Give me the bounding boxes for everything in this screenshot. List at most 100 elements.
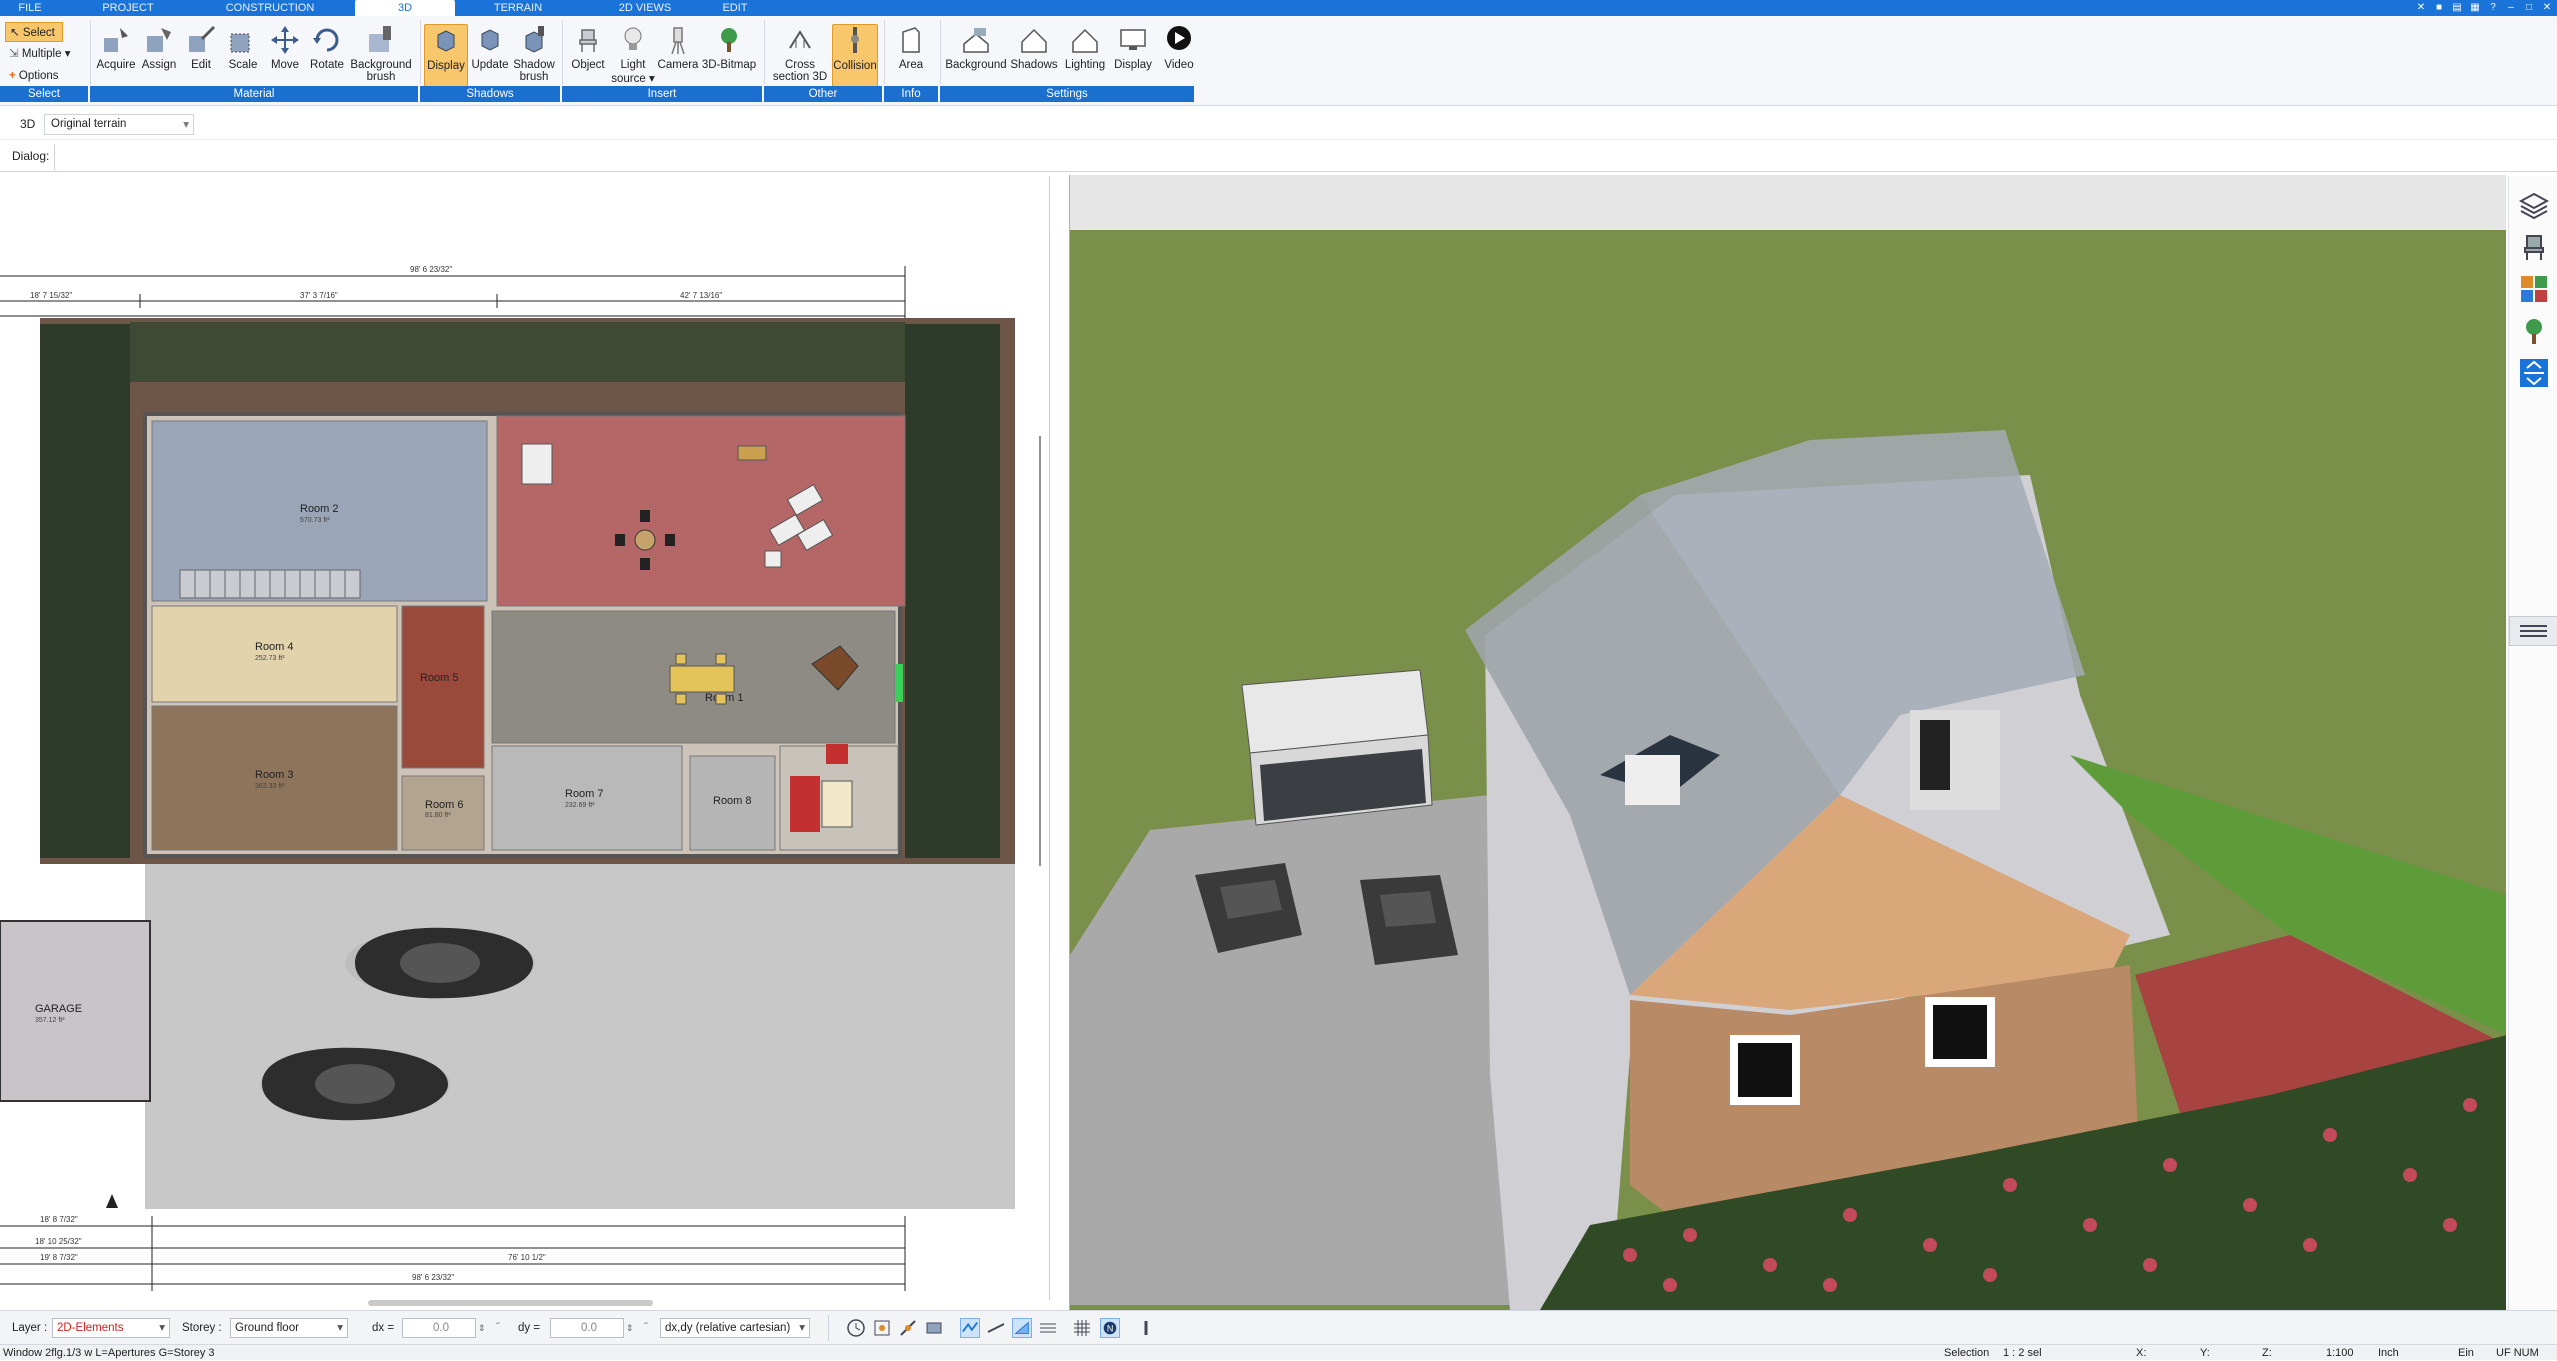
clock-icon[interactable] (846, 1318, 866, 1338)
grid-icon[interactable] (1072, 1318, 1092, 1338)
group-material-label: Material (90, 86, 420, 102)
room-3-name: Room 3 (255, 769, 294, 781)
chair-icon[interactable] (2519, 232, 2549, 262)
dy-stepper-icon[interactable]: ⇕ (626, 1311, 634, 1345)
chevron-down-icon: ▾ (183, 119, 189, 131)
chair-icon (579, 29, 597, 52)
ein-indicator: Ein (2458, 1347, 2474, 1359)
coordinate-mode-select[interactable]: dx,dy (relative cartesian) ▾ (660, 1318, 810, 1338)
dim-total-top: 98' 6 23/32" (410, 265, 452, 274)
floor-plan-drawing[interactable]: 98' 6 23/32" 18' 7 15/32" 37' 3 7/16" 42… (0, 176, 1050, 1300)
dialog-label: Dialog: (12, 149, 50, 163)
separator (884, 20, 885, 84)
ribbon: ↖ Select ⇲ Multiple ▾ + Options Select A… (0, 16, 2557, 106)
tab-file[interactable]: FILE (10, 0, 50, 16)
bed (821, 780, 853, 828)
minimize-icon[interactable]: – (2505, 2, 2517, 14)
materials-icon[interactable] (2519, 274, 2549, 304)
background-icon (963, 28, 989, 53)
hatch-icon[interactable] (1038, 1318, 1058, 1338)
3d-view-icon[interactable] (2519, 358, 2549, 388)
house-light-icon (1072, 28, 1098, 53)
separator (828, 1315, 829, 1341)
dx-input[interactable]: 0.0 (402, 1318, 476, 1338)
tools-icon[interactable]: ✕ (2415, 2, 2427, 14)
terrain-select[interactable]: Original terrain ▾ (44, 114, 194, 135)
storey-select[interactable]: Ground floor ▾ (230, 1318, 348, 1338)
close-icon[interactable]: ✕ (2541, 2, 2553, 14)
floor-plan-view[interactable]: 98' 6 23/32" 18' 7 15/32" 37' 3 7/16" 42… (0, 176, 1050, 1300)
dy-unit-icon: ˝ (644, 1322, 648, 1333)
house-icon (1021, 28, 1047, 53)
north-icon[interactable]: N (1100, 1318, 1120, 1338)
dim-bottom-5: 76' 10 1/2" (508, 1253, 546, 1262)
status-message: Window 2flg.1/3 w L=Apertures G=Storey 3 (3, 1347, 215, 1359)
layer-select[interactable]: 2D-Elements ▾ (52, 1318, 170, 1338)
camera-icon (671, 27, 685, 55)
edit-icon (189, 26, 215, 52)
hedge-left (40, 324, 130, 858)
tree-icon[interactable] (2519, 316, 2549, 346)
room-5-name: Room 5 (420, 672, 459, 684)
chevron-down-icon: ▾ (799, 1322, 805, 1334)
dy-input[interactable]: 0.0 (550, 1318, 624, 1338)
tab-terrain[interactable]: TERRAIN (488, 0, 548, 16)
select-button[interactable]: ↖ Select (5, 22, 63, 42)
tab-2d-views[interactable]: 2D VIEWS (612, 0, 678, 16)
print-icon[interactable]: ▦ (2469, 2, 2481, 14)
help-icon[interactable]: ? (2487, 2, 2499, 14)
play-icon (1167, 26, 1191, 50)
tab-3d[interactable]: 3D (355, 0, 455, 16)
unit-value: Inch (2378, 1347, 2399, 1359)
arrow-up-icon (106, 1194, 118, 1208)
keyboard-flags: UF NUM (2496, 1347, 2539, 1359)
multiple-button[interactable]: ⇲ Multiple ▾ (5, 44, 70, 64)
update-icon (481, 29, 499, 51)
selected-window[interactable] (895, 664, 903, 702)
measure-icon[interactable] (986, 1318, 1006, 1338)
more-icon[interactable] (1136, 1318, 1156, 1338)
room-7-area: 232.69 ft² (565, 802, 595, 809)
3d-view[interactable] (1069, 175, 2506, 1310)
assign-icon (147, 28, 171, 52)
3d-scene[interactable] (1070, 175, 2506, 1310)
menu-icon[interactable] (2509, 616, 2557, 646)
dx-stepper-icon[interactable]: ⇕ (478, 1311, 486, 1345)
separator (54, 144, 55, 170)
dim-mid-top: 37' 3 7/16" (300, 291, 338, 300)
room-5[interactable] (401, 605, 485, 769)
chevron-down-icon: ▾ (64, 48, 71, 60)
garage-3d (1241, 669, 1433, 826)
separator (764, 20, 765, 84)
dim-bottom-total: 98' 6 23/32" (412, 1273, 454, 1282)
snap-object-icon[interactable] (924, 1318, 944, 1338)
tab-edit[interactable]: EDIT (715, 0, 755, 16)
tab-project[interactable]: PROJECT (98, 0, 158, 16)
maximize-icon[interactable]: □ (2523, 2, 2535, 14)
room-6-name: Room 6 (425, 799, 464, 811)
group-info-label: Info (884, 86, 940, 102)
status-bar: Window 2flg.1/3 w L=Apertures G=Storey 3… (0, 1344, 2557, 1360)
group-other-label: Other (764, 86, 884, 102)
save-icon[interactable]: ■ (2433, 2, 2445, 14)
cursor-icon: ↖ (10, 27, 20, 39)
window-controls: ✕ ■ ▤ ▦ ? – □ ✕ (2415, 0, 2553, 16)
tab-construction[interactable]: CONSTRUCTION (222, 0, 318, 16)
x-coordinate-label: X: (2136, 1347, 2147, 1359)
mode-label: 3D (20, 117, 36, 131)
dx-label: dx = (372, 1322, 395, 1334)
dim-bottom-1: 18' 8 7/32" (40, 1215, 78, 1224)
options-button[interactable]: + Options (5, 66, 59, 86)
folder-icon[interactable]: ▤ (2451, 2, 2463, 14)
garage-area: 357.12 ft² (35, 1017, 65, 1024)
room-4[interactable] (151, 605, 398, 703)
cross-section-icon (789, 30, 811, 49)
angle-snap-icon[interactable] (1012, 1318, 1032, 1338)
layers-icon[interactable] (2519, 190, 2549, 220)
wall-snap-icon[interactable] (960, 1318, 980, 1338)
right-tool-strip (2508, 176, 2557, 1310)
plan-horizontal-scrollbar[interactable] (368, 1300, 653, 1306)
snap-line-icon[interactable] (898, 1318, 918, 1338)
dim-bottom-3: 19' 8 7/32" (40, 1253, 78, 1262)
snap-point-icon[interactable] (872, 1318, 892, 1338)
